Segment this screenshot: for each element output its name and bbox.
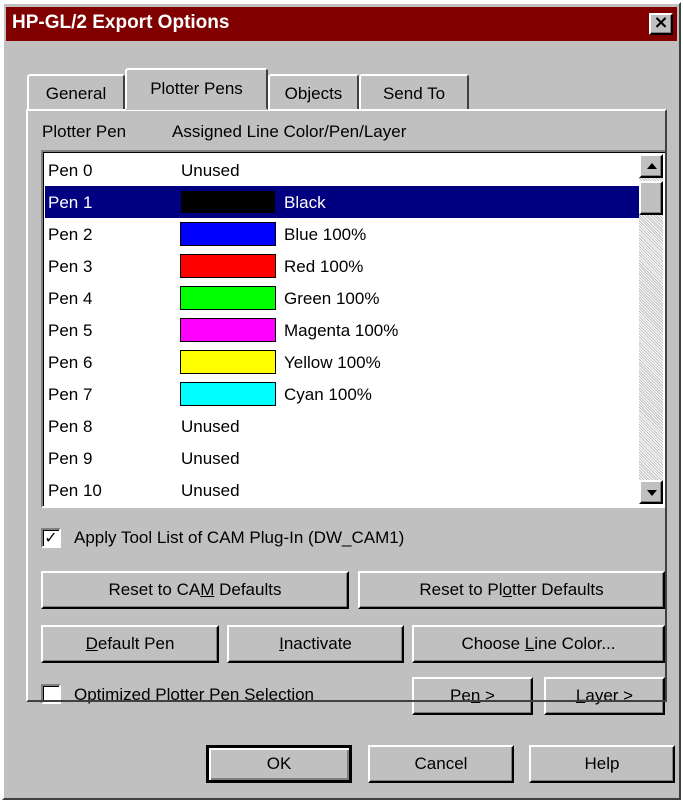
tab-panel <box>26 109 667 702</box>
title-bar[interactable]: HP-GL/2 Export Options × <box>6 7 677 41</box>
ok-button[interactable]: OK <box>206 745 352 783</box>
tab-objects-label: Objects <box>284 84 343 103</box>
help-button[interactable]: Help <box>529 745 675 783</box>
tab-plotter-pens[interactable]: Plotter Pens <box>125 68 268 110</box>
tab-plotter-pens-label: Plotter Pens <box>150 79 243 98</box>
tab-general[interactable]: General <box>27 74 125 110</box>
close-button[interactable]: × <box>649 13 673 35</box>
tab-send-to-label: Send To <box>382 84 446 103</box>
ok-label: OK <box>266 754 292 773</box>
export-options-dialog: HP-GL/2 Export Options × General Plotter… <box>2 2 681 800</box>
help-label: Help <box>584 754 620 773</box>
tab-objects[interactable]: Objects <box>268 74 359 110</box>
tab-send-to[interactable]: Send To <box>359 74 469 110</box>
tab-general-label: General <box>45 84 107 103</box>
cancel-button[interactable]: Cancel <box>368 745 514 783</box>
close-icon: × <box>653 12 669 33</box>
cancel-label: Cancel <box>414 754 468 773</box>
dialog-title: HP-GL/2 Export Options <box>12 12 230 33</box>
